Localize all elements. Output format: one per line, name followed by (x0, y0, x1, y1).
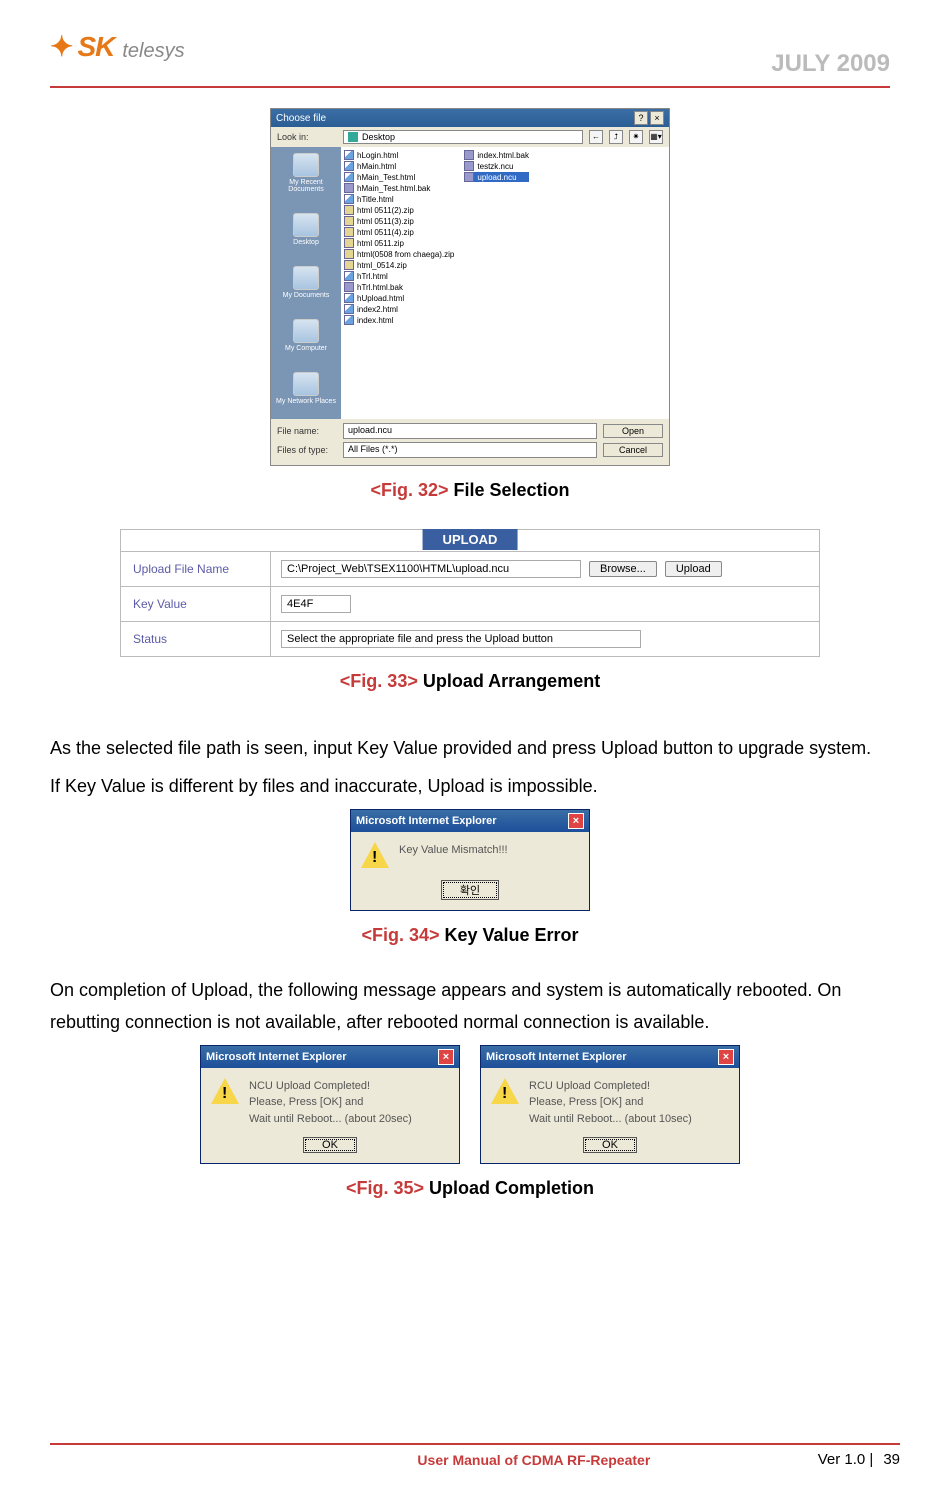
place-network[interactable]: My Network Places (271, 366, 341, 419)
up-icon[interactable]: ⮥ (609, 130, 623, 144)
views-icon[interactable]: ▦▾ (649, 130, 663, 144)
dialog-title: Microsoft Internet Explorer (356, 815, 497, 827)
filename-input[interactable]: upload.ncu (343, 423, 597, 439)
logo-swoosh-icon: ✦ (50, 30, 73, 63)
place-desktop[interactable]: Desktop (271, 207, 341, 260)
file-item[interactable]: hMain_Test.html.bak (344, 183, 454, 193)
message-text: NCU Upload Completed!Please, Press [OK] … (249, 1078, 412, 1128)
footer-version: Ver 1.0 | (818, 1451, 874, 1468)
fig35-caption: <Fig. 35> Upload Completion (50, 1178, 890, 1199)
place-documents[interactable]: My Documents (271, 260, 341, 313)
error-dialog: Microsoft Internet Explorer × Key Value M… (350, 809, 590, 911)
filetype-label: Files of type: (277, 445, 337, 455)
message-text: RCU Upload Completed!Please, Press [OK] … (529, 1078, 692, 1128)
file-item[interactable]: hTrl.html.bak (344, 282, 454, 292)
file-list[interactable]: hLogin.html hMain.html hMain_Test.html h… (341, 147, 669, 419)
logo-telesys: telesys (122, 40, 184, 63)
status-field: Select the appropriate file and press th… (281, 630, 641, 648)
cancel-button[interactable]: Cancel (603, 443, 663, 457)
fig32-caption: <Fig. 32> File Selection (50, 480, 890, 501)
lookin-combo[interactable]: Desktop (343, 130, 583, 144)
error-text: Key Value Mismatch!!! (399, 842, 508, 859)
dialog-title: Microsoft Internet Explorer (206, 1051, 347, 1063)
dialog-titlebar: Choose file ? × (271, 109, 669, 127)
file-item[interactable]: hUpload.html (344, 293, 454, 303)
file-item[interactable]: testzk.ncu (464, 161, 529, 171)
file-item[interactable]: index2.html (344, 304, 454, 314)
rcu-complete-dialog: Microsoft Internet Explorer × RCU Upload … (480, 1045, 740, 1165)
ok-button[interactable]: OK (303, 1137, 357, 1153)
file-item[interactable]: hMain_Test.html (344, 172, 454, 182)
page-footer: User Manual of CDMA RF-Repeater Ver 1.0 … (50, 1443, 900, 1468)
file-item[interactable]: hTitle.html (344, 194, 454, 204)
paragraph-2: If Key Value is different by files and i… (50, 770, 890, 802)
fig34-caption: <Fig. 34> Key Value Error (50, 925, 890, 946)
close-icon[interactable]: × (438, 1049, 454, 1065)
places-bar: My Recent Documents Desktop My Documents… (271, 147, 341, 419)
lookin-label: Look in: (277, 132, 337, 142)
ok-button[interactable]: 확인 (441, 880, 499, 900)
newfolder-icon[interactable]: ✷ (629, 130, 643, 144)
ncu-complete-dialog: Microsoft Internet Explorer × NCU Upload … (200, 1045, 460, 1165)
upload-panel: UPLOAD Upload File Name C:\Project_Web\T… (120, 529, 820, 657)
header-date: JULY 2009 (771, 50, 890, 78)
help-icon[interactable]: ? (634, 111, 648, 125)
file-item[interactable]: index.html.bak (464, 150, 529, 160)
file-item[interactable]: html 0511(4).zip (344, 227, 454, 237)
logo-sk: SK (77, 31, 114, 63)
filetype-combo[interactable]: All Files (*.*) (343, 442, 597, 458)
file-item[interactable]: html 0511.zip (344, 238, 454, 248)
status-label: Status (121, 622, 271, 656)
file-item[interactable]: index.html (344, 315, 454, 325)
paragraph-1: As the selected file path is seen, input… (50, 732, 890, 764)
footer-title: User Manual of CDMA RF-Repeater (417, 1452, 650, 1468)
file-item[interactable]: html_0514.zip (344, 260, 454, 270)
fig33-caption: <Fig. 33> Upload Arrangement (50, 671, 890, 692)
footer-page: 39 (883, 1451, 900, 1468)
file-item[interactable]: hLogin.html (344, 150, 454, 160)
warning-icon (211, 1078, 239, 1106)
upload-filename-label: Upload File Name (121, 552, 271, 586)
close-icon[interactable]: × (568, 813, 584, 829)
file-item[interactable]: hMain.html (344, 161, 454, 171)
upload-button[interactable]: Upload (665, 561, 722, 577)
ok-button[interactable]: OK (583, 1137, 637, 1153)
keyvalue-label: Key Value (121, 587, 271, 621)
dialog-title: Microsoft Internet Explorer (486, 1051, 627, 1063)
place-computer[interactable]: My Computer (271, 313, 341, 366)
file-item[interactable]: html(0508 from chaega).zip (344, 249, 454, 259)
open-button[interactable]: Open (603, 424, 663, 438)
file-item[interactable]: html 0511(2).zip (344, 205, 454, 215)
warning-icon (491, 1078, 519, 1106)
page-header: ✦ SK telesys JULY 2009 (50, 30, 890, 88)
filename-label: File name: (277, 426, 337, 436)
close-icon[interactable]: × (650, 111, 664, 125)
close-icon[interactable]: × (718, 1049, 734, 1065)
browse-button[interactable]: Browse... (589, 561, 657, 577)
file-item[interactable]: html 0511(3).zip (344, 216, 454, 226)
dialog-title: Choose file (276, 113, 326, 124)
upload-heading: UPLOAD (423, 529, 518, 550)
upload-filename-input[interactable]: C:\Project_Web\TSEX1100\HTML\upload.ncu (281, 560, 581, 578)
place-recent[interactable]: My Recent Documents (271, 147, 341, 207)
back-icon[interactable]: ← (589, 130, 603, 144)
paragraph-3: On completion of Upload, the following m… (50, 974, 890, 1039)
file-item[interactable]: hTrl.html (344, 271, 454, 281)
logo: ✦ SK telesys (50, 30, 185, 63)
warning-icon (361, 842, 389, 870)
file-dialog: Choose file ? × Look in: Desktop ← ⮥ ✷ ▦… (270, 108, 670, 466)
keyvalue-input[interactable]: 4E4F (281, 595, 351, 613)
file-item-selected[interactable]: upload.ncu (464, 172, 529, 182)
